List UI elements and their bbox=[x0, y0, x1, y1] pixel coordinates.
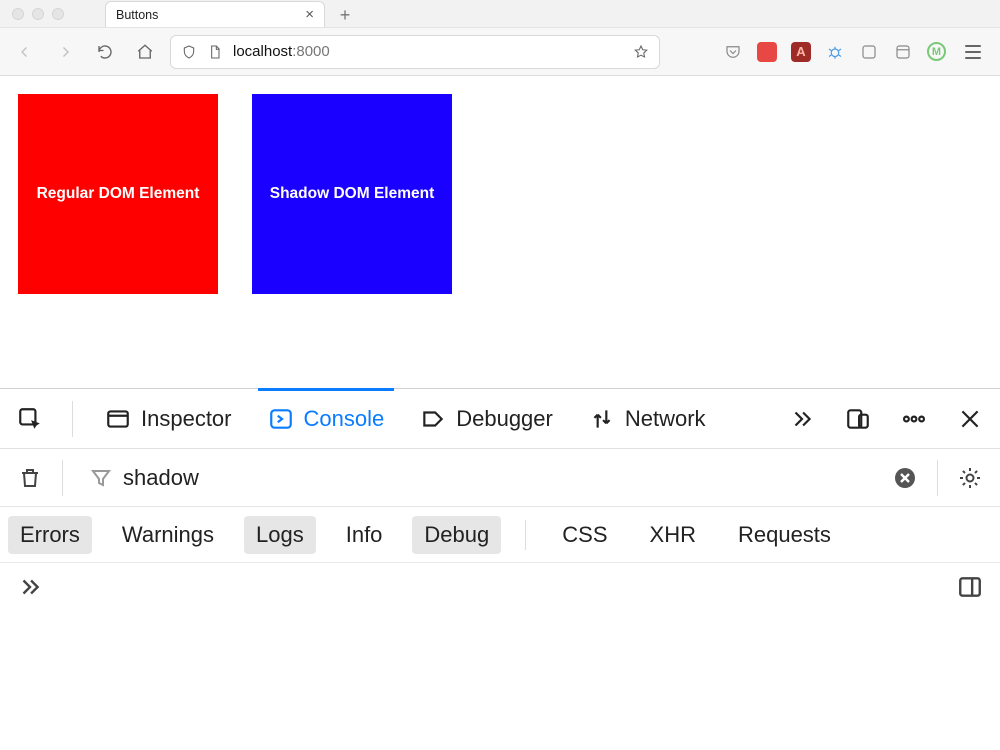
window-titlebar: Buttons × + bbox=[0, 0, 1000, 28]
more-tabs-button[interactable] bbox=[786, 403, 818, 435]
funnel-icon bbox=[89, 466, 113, 490]
bug-icon bbox=[826, 43, 844, 61]
extension-bug[interactable] bbox=[825, 42, 845, 62]
hamburger-icon bbox=[965, 45, 981, 47]
devtools-tabbar: Inspector Console Debugger Network bbox=[0, 389, 1000, 449]
console-filter-wrap bbox=[79, 458, 875, 498]
clear-filter-button[interactable] bbox=[889, 462, 921, 494]
reload-button[interactable] bbox=[90, 37, 120, 67]
extension-darkred[interactable]: A bbox=[791, 42, 811, 62]
browser-tab-active[interactable]: Buttons × bbox=[105, 1, 325, 27]
close-devtools-button[interactable] bbox=[954, 403, 986, 435]
forward-button[interactable] bbox=[50, 37, 80, 67]
pick-element-button[interactable] bbox=[14, 403, 46, 435]
shadow-dom-element[interactable]: Shadow DOM Element bbox=[252, 94, 452, 294]
tab-console[interactable]: Console bbox=[262, 389, 391, 448]
debugger-icon bbox=[420, 406, 446, 432]
separator bbox=[937, 460, 938, 496]
url-port: :8000 bbox=[292, 43, 330, 60]
cat-errors[interactable]: Errors bbox=[8, 516, 92, 554]
back-button[interactable] bbox=[10, 37, 40, 67]
minimize-window-button[interactable] bbox=[32, 8, 44, 20]
meatballs-icon bbox=[901, 406, 927, 432]
sidebar-icon bbox=[957, 574, 983, 600]
console-filter-input[interactable] bbox=[123, 465, 865, 491]
devtools-menu-button[interactable] bbox=[898, 403, 930, 435]
tab-inspector[interactable]: Inspector bbox=[99, 389, 238, 448]
square-icon bbox=[860, 43, 878, 61]
element-picker-icon bbox=[17, 406, 43, 432]
chevrons-right-icon bbox=[17, 574, 43, 600]
split-console-button[interactable] bbox=[954, 571, 986, 603]
extension-red[interactable] bbox=[757, 42, 777, 62]
blue-square-label: Shadow DOM Element bbox=[270, 185, 435, 203]
close-tab-button[interactable]: × bbox=[305, 7, 314, 22]
tab-debugger[interactable]: Debugger bbox=[414, 389, 559, 448]
separator bbox=[525, 520, 526, 550]
cat-warnings[interactable]: Warnings bbox=[110, 516, 226, 554]
bookmark-button[interactable] bbox=[633, 44, 649, 60]
traffic-lights bbox=[0, 8, 64, 20]
cat-info[interactable]: Info bbox=[334, 516, 395, 554]
console-categories: Errors Warnings Logs Info Debug CSS XHR … bbox=[0, 507, 1000, 563]
console-prompt[interactable] bbox=[14, 571, 46, 603]
cat-css[interactable]: CSS bbox=[550, 516, 619, 554]
url-text: localhost:8000 bbox=[233, 43, 330, 60]
url-bar[interactable]: localhost:8000 bbox=[170, 35, 660, 69]
browser-toolbar: localhost:8000 A M bbox=[0, 28, 1000, 76]
cat-xhr[interactable]: XHR bbox=[638, 516, 708, 554]
card-icon bbox=[894, 43, 912, 61]
console-input-row bbox=[0, 563, 1000, 611]
extension-m[interactable]: M bbox=[927, 42, 946, 61]
tab-network[interactable]: Network bbox=[583, 389, 712, 448]
chevrons-right-icon bbox=[789, 406, 815, 432]
separator bbox=[62, 460, 63, 496]
browser-tabstrip: Buttons × + bbox=[105, 0, 359, 27]
home-button[interactable] bbox=[130, 37, 160, 67]
console-filter-bar bbox=[0, 449, 1000, 507]
red-square-label: Regular DOM Element bbox=[37, 185, 200, 203]
tab-network-label: Network bbox=[625, 406, 706, 432]
extension-icons: A M bbox=[723, 42, 990, 62]
devices-icon bbox=[845, 406, 871, 432]
close-icon bbox=[957, 406, 983, 432]
extension-grey-2[interactable] bbox=[893, 42, 913, 62]
tab-inspector-label: Inspector bbox=[141, 406, 232, 432]
trash-icon bbox=[18, 466, 42, 490]
url-host: localhost bbox=[233, 43, 292, 60]
regular-dom-element[interactable]: Regular DOM Element bbox=[18, 94, 218, 294]
responsive-design-button[interactable] bbox=[842, 403, 874, 435]
separator bbox=[72, 401, 73, 437]
reload-icon bbox=[96, 43, 114, 61]
tab-debugger-label: Debugger bbox=[456, 406, 553, 432]
tab-console-label: Console bbox=[304, 406, 385, 432]
arrow-right-icon bbox=[56, 43, 74, 61]
pocket-icon bbox=[724, 43, 742, 61]
console-settings-button[interactable] bbox=[954, 462, 986, 494]
app-menu-button[interactable] bbox=[960, 45, 986, 59]
gear-icon bbox=[958, 466, 982, 490]
pocket-button[interactable] bbox=[723, 42, 743, 62]
inspector-icon bbox=[105, 406, 131, 432]
arrow-left-icon bbox=[16, 43, 34, 61]
star-icon bbox=[633, 44, 649, 60]
devtools-panel: Inspector Console Debugger Network bbox=[0, 388, 1000, 611]
close-window-button[interactable] bbox=[12, 8, 24, 20]
page-content: Regular DOM Element Shadow DOM Element bbox=[0, 76, 1000, 388]
console-icon bbox=[268, 406, 294, 432]
network-icon bbox=[589, 406, 615, 432]
page-icon bbox=[207, 44, 223, 60]
maximize-window-button[interactable] bbox=[52, 8, 64, 20]
cat-logs[interactable]: Logs bbox=[244, 516, 316, 554]
cat-debug[interactable]: Debug bbox=[412, 516, 501, 554]
home-icon bbox=[136, 43, 154, 61]
extension-grey-1[interactable] bbox=[859, 42, 879, 62]
tab-title: Buttons bbox=[116, 8, 158, 22]
shield-icon bbox=[181, 44, 197, 60]
clear-icon bbox=[893, 466, 917, 490]
cat-requests[interactable]: Requests bbox=[726, 516, 843, 554]
new-tab-button[interactable]: + bbox=[331, 3, 359, 27]
clear-console-button[interactable] bbox=[14, 462, 46, 494]
